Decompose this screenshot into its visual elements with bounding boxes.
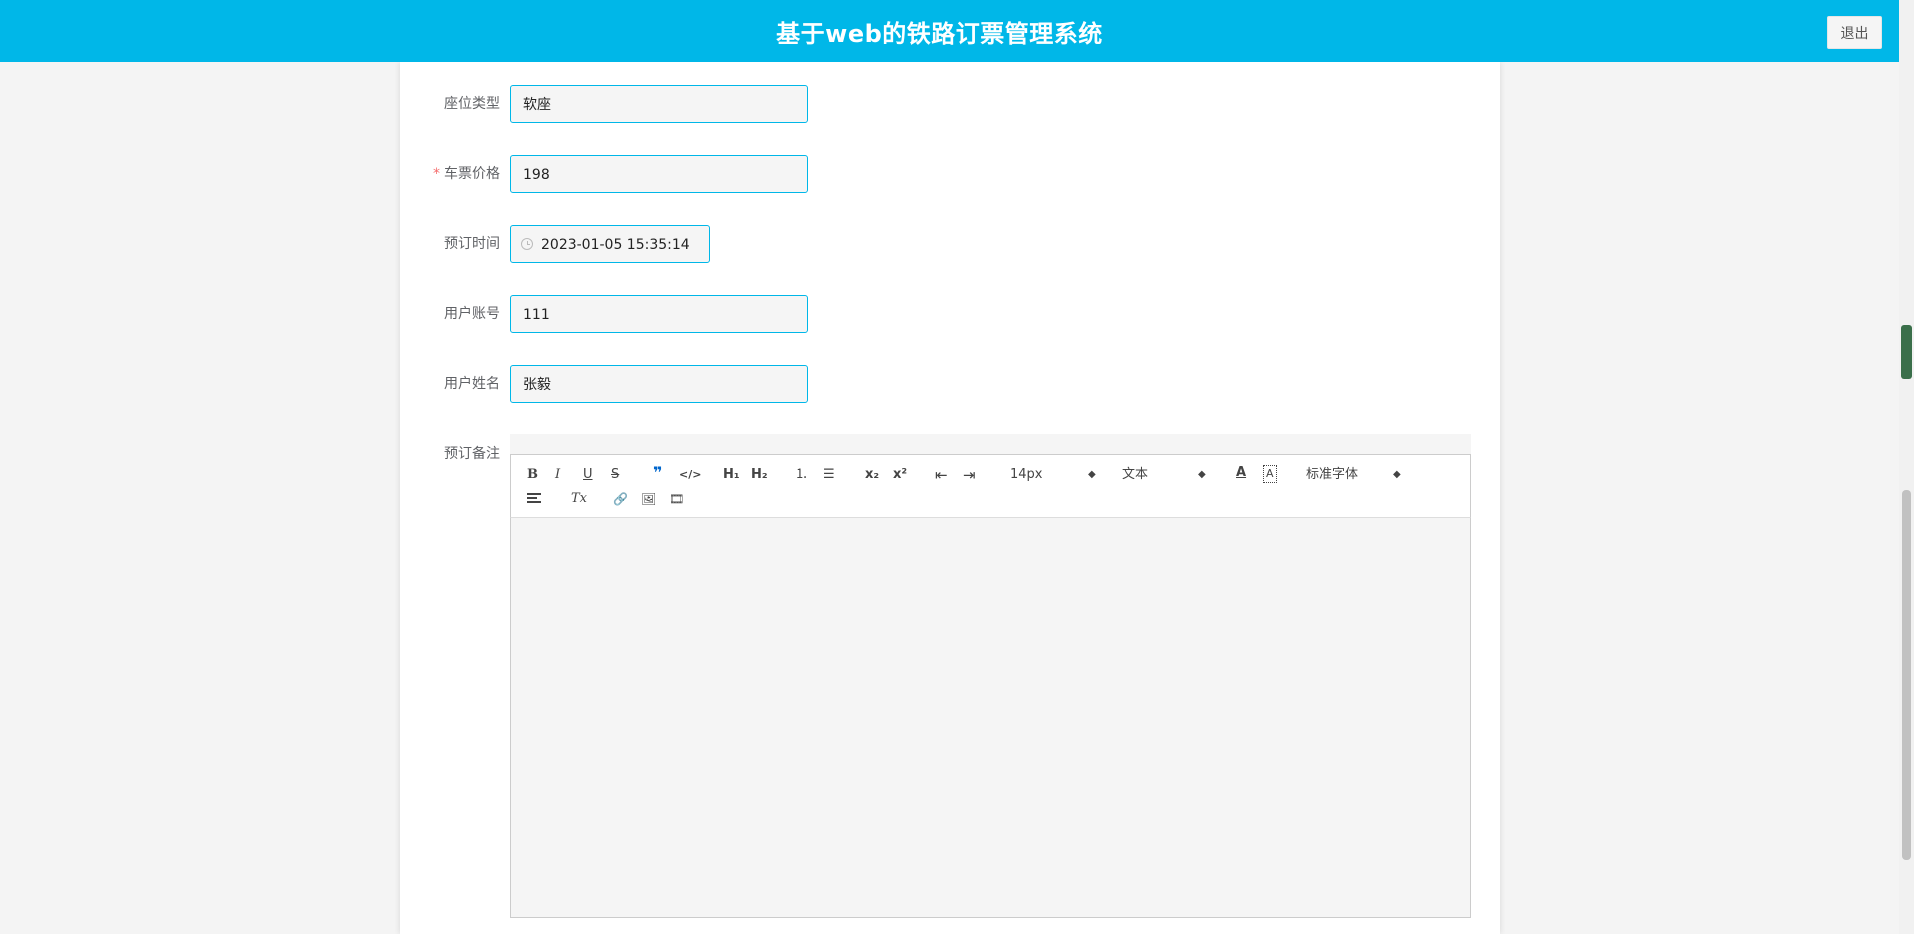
editor-toolbar: B I U S ❞ </> H₁ H₂ ⒈ ☰ x₂ x² ⇤ ⇥ 14px ◆… [510,454,1471,520]
clean-format-icon[interactable]: Tx [571,491,587,507]
price-label: * 车票价格 [400,154,500,194]
bullet-list-icon[interactable]: ☰ [823,467,835,483]
scrollbar-thumb[interactable] [1902,490,1911,860]
seat-type-input[interactable]: 软座 [510,85,808,123]
booking-time-label: 预订时间 [444,236,500,252]
indent-icon[interactable]: ⇥ [963,467,976,483]
remark-label: 预订备注 [444,446,500,462]
user-name-label: 用户姓名 [444,376,500,392]
blockquote-icon[interactable]: ❞ [653,465,662,481]
clock-icon [521,238,533,250]
heading-arrow-icon: ◆ [1198,469,1206,480]
price-input[interactable]: 198 [510,155,808,193]
top-header: 基于web的铁路订票管理系统 退出 [0,0,1899,62]
font-family-select[interactable]: 标准字体 [1306,467,1358,483]
booking-time-picker[interactable]: 2023-01-05 15:35:14 [510,225,710,263]
video-icon[interactable]: 🎞 [669,491,684,507]
bold-icon[interactable]: B [527,467,538,483]
subscript-icon[interactable]: x₂ [865,467,879,483]
background-color-icon[interactable]: A [1263,465,1277,483]
booking-time-value: 2023-01-05 15:35:14 [541,237,690,253]
superscript-icon[interactable]: x² [893,467,907,483]
heading2-icon[interactable]: H₂ [751,467,768,483]
editor-content-area[interactable] [510,517,1471,918]
user-account-label: 用户账号 [444,306,500,322]
link-icon[interactable]: 🔗 [613,491,628,507]
heading1-icon[interactable]: H₁ [723,467,740,483]
page-scrollbar[interactable] [1899,0,1914,934]
italic-icon[interactable]: I [555,467,560,483]
underline-icon[interactable]: U [583,467,593,483]
image-icon[interactable]: 🖼 [641,491,656,507]
app-title: 基于web的铁路订票管理系统 [776,19,1103,48]
ordered-list-icon[interactable]: ⒈ [795,467,808,483]
form-panel: 座位类型 软座 * 车票价格 198 预订时间 2023-01-05 15:35:… [400,62,1500,934]
user-name-input[interactable]: 张毅 [510,365,808,403]
logout-button[interactable]: 退出 [1827,16,1882,49]
required-mark: * [433,166,440,182]
font-size-select[interactable]: 14px [1010,467,1043,483]
seat-type-label: 座位类型 [444,96,500,112]
scrollbar-marker [1901,325,1912,379]
font-color-icon[interactable]: A [1236,465,1246,481]
user-account-input[interactable]: 111 [510,295,808,333]
price-label-text: 车票价格 [444,166,500,182]
rich-text-editor: B I U S ❞ </> H₁ H₂ ⒈ ☰ x₂ x² ⇤ ⇥ 14px ◆… [510,434,1471,918]
align-icon[interactable] [527,493,541,505]
outdent-icon[interactable]: ⇤ [935,467,948,483]
font-family-arrow-icon: ◆ [1393,469,1401,480]
code-block-icon[interactable]: </> [679,467,701,483]
editor-top-strip [510,434,1471,454]
heading-select[interactable]: 文本 [1122,467,1148,483]
font-size-arrow-icon: ◆ [1088,469,1096,480]
strikethrough-icon[interactable]: S [611,467,619,483]
